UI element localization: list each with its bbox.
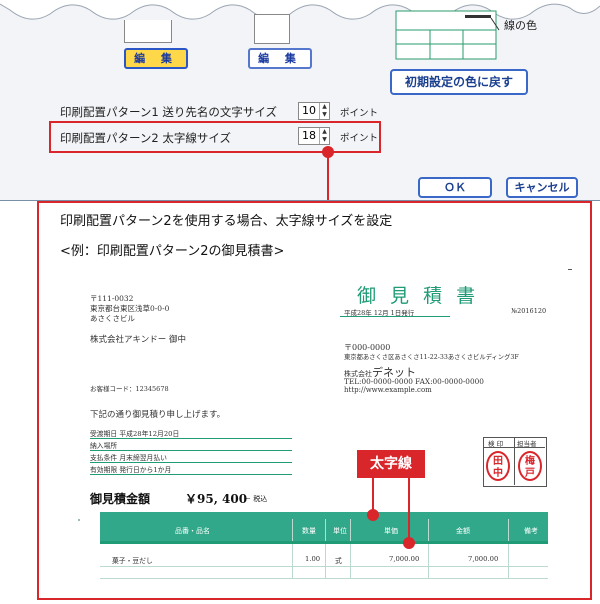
annotation-dot-left <box>367 509 379 521</box>
term-rule <box>90 438 292 439</box>
spinner-arrows-icon[interactable]: ▲ ▼ <box>319 128 329 144</box>
term-4: 有効期限 発行日から1か月 <box>90 466 172 474</box>
table-header-amount: 金額 <box>456 527 470 535</box>
total-note: － 税込 <box>244 495 268 503</box>
term-1: 受渡期日 平成28年12月20日 <box>90 430 180 438</box>
total-value: ￥95, 400 <box>185 492 248 506</box>
col-divider <box>350 519 351 579</box>
stamp-umeto: 梅戸 <box>518 451 542 481</box>
row-item-name: 菓子・豆だし <box>112 557 153 565</box>
term-2: 納入場所 <box>90 442 118 450</box>
col-divider <box>508 519 509 579</box>
greeting: 下記の通り御見積り申し上げます。 <box>90 410 226 420</box>
header-bottom-bold-line <box>100 541 548 544</box>
issue-date: 平成28年 12月 1日発行 <box>344 309 415 317</box>
total-label: 御見積金額 <box>90 492 151 506</box>
unit-label-1: ポイント <box>340 108 379 119</box>
table-header-unit: 単位 <box>333 527 347 535</box>
table-header-item: 品番・品名 <box>175 527 210 535</box>
col-divider <box>325 519 326 579</box>
table-header <box>100 519 548 541</box>
edit-button-pattern2[interactable]: 編 集 <box>248 48 312 69</box>
pattern2-preview <box>254 14 290 44</box>
row-rule <box>100 566 548 567</box>
small-dash <box>568 269 572 270</box>
col-divider <box>428 519 429 579</box>
pattern2-line-size-label: 印刷配置パターン2 太字線サイズ <box>60 131 232 145</box>
term-rule <box>90 474 292 475</box>
spinner-arrows-icon[interactable]: ▲ ▼ <box>319 103 329 119</box>
annotation-line-right <box>408 478 410 540</box>
row-qty: 1.00 <box>305 555 321 563</box>
recipient-address2: あさくさビル <box>90 314 135 323</box>
row-price: 7,000.00 <box>389 555 420 563</box>
recipient-company: 株式会社アキンドー 御中 <box>90 335 186 345</box>
cancel-button[interactable]: キャンセル <box>506 177 578 198</box>
line-color-label: 線の色 <box>504 19 537 32</box>
pattern1-font-size-label: 印刷配置パターン1 送り先名の文字サイズ <box>60 105 278 119</box>
term-rule <box>90 462 292 463</box>
annotation-dot-right <box>403 537 415 549</box>
callout-subheading: <例：印刷配置パターン2の御見積書> <box>60 244 285 259</box>
term-3: 支払条件 月末締翌月払い <box>90 454 167 462</box>
faint-dot <box>78 519 80 521</box>
stamp-umeto-text: 梅戸 <box>525 456 535 479</box>
table-header-bold-line <box>100 512 548 519</box>
col-divider <box>292 519 293 579</box>
line-color-preview <box>395 10 500 60</box>
pattern1-font-size-value: 10 <box>302 104 316 117</box>
table-header-qty: 数量 <box>302 527 316 535</box>
table-header-price: 単価 <box>384 527 398 535</box>
invoice-title: 御 見 積 書 <box>357 285 480 307</box>
stamp-tanaka-text: 田中 <box>493 456 503 479</box>
stamp-tanaka: 田中 <box>486 451 510 481</box>
pattern1-preview <box>124 20 172 43</box>
annotation-line-left <box>372 478 374 512</box>
sender-url: http://www.example.com <box>344 386 432 394</box>
row-unit: 式 <box>335 557 342 565</box>
connector-line <box>327 156 329 202</box>
unit-label-2: ポイント <box>340 133 379 144</box>
ok-button[interactable]: ＯＫ <box>418 177 492 198</box>
callout-heading: 印刷配置パターン2を使用する場合、太字線サイズを設定 <box>60 214 393 229</box>
pattern1-font-size-spinner[interactable]: 10 ▲ ▼ <box>298 102 330 120</box>
term-rule <box>90 450 292 451</box>
customer-code: お客様コード：12345678 <box>90 385 169 393</box>
reset-color-button[interactable]: 初期設定の色に戻す <box>390 69 528 95</box>
table-header-note: 備考 <box>524 527 538 535</box>
sender-tel: TEL:00-0000-0000 FAX:00-0000-0000 <box>344 377 484 386</box>
pattern2-line-size-spinner[interactable]: 18 ▲ ▼ <box>298 127 330 145</box>
pattern2-line-size-value: 18 <box>302 129 316 142</box>
stamp-divider <box>514 437 515 485</box>
sender-address: 東京都あさくさ区あさくさ11-22-33あさくさビルディング3F <box>344 354 519 361</box>
edit-button-pattern1[interactable]: 編 集 <box>124 48 188 69</box>
stamp-header-staff: 担当者 <box>517 440 537 448</box>
stamp-header-inspect: 検 印 <box>488 440 504 448</box>
invoice-number: №2016120 <box>511 307 547 315</box>
row-rule <box>100 578 548 579</box>
row-amount: 7,000.00 <box>468 555 499 563</box>
bold-line-annotation: 太字線 <box>357 450 425 478</box>
